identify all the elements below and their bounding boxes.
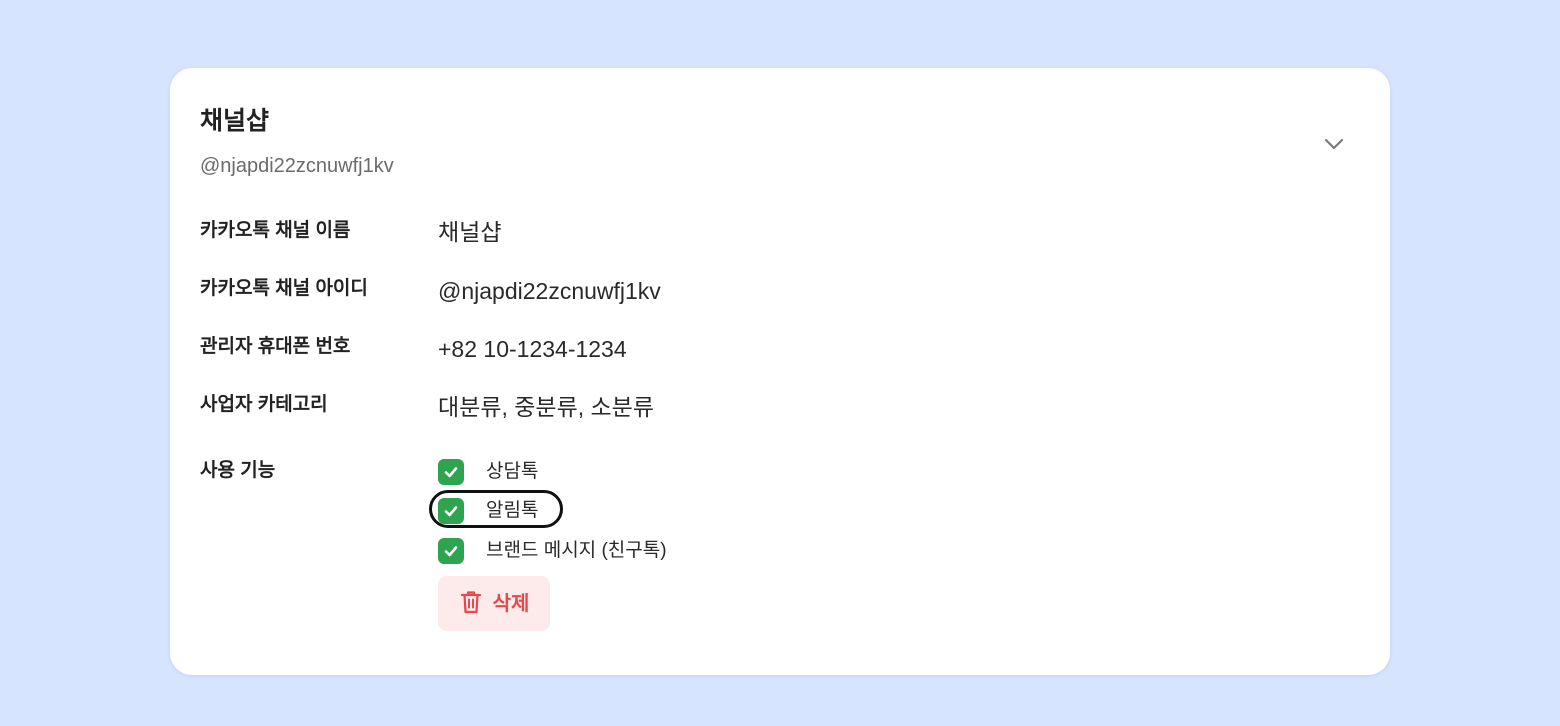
field-value: 채널샵 [438,219,502,245]
feature-checkbox-consult-talk[interactable]: 상담톡 [438,458,538,486]
chevron-down-icon[interactable] [1320,130,1348,158]
channel-title: 채널샵 [200,107,270,135]
feature-label: 알림톡 [486,500,539,521]
feature-label: 상담톡 [486,461,539,482]
field-label: 카카오톡 채널 아이디 [200,278,368,299]
field-label: 사업자 카테고리 [200,394,328,415]
field-value: 대분류, 중분류, 소분류 [438,394,655,420]
field-label: 관리자 휴대폰 번호 [200,336,351,357]
feature-label: 브랜드 메시지 (친구톡) [486,540,667,561]
delete-button-label: 삭제 [492,592,530,615]
delete-button[interactable]: 삭제 [438,576,550,631]
feature-checkbox-alim-talk[interactable]: 알림톡 [438,497,538,525]
field-label: 사용 기능 [200,460,276,481]
field-label: 카카오톡 채널 이름 [200,220,351,241]
field-value: +82 10-1234-1234 [438,336,627,362]
checkbox-checked-icon[interactable] [438,538,464,564]
checkbox-checked-icon[interactable] [438,498,464,524]
field-value: @njapdi22zcnuwfj1kv [438,278,661,304]
channel-card: 채널샵 @njapdi22zcnuwfj1kv 카카오톡 채널 이름 채널샵 카… [170,68,1390,675]
trash-icon [459,589,483,618]
feature-checkbox-brand-message[interactable]: 브랜드 메시지 (친구톡) [438,537,667,565]
channel-handle: @njapdi22zcnuwfj1kv [200,155,394,177]
checkbox-checked-icon[interactable] [438,459,464,485]
